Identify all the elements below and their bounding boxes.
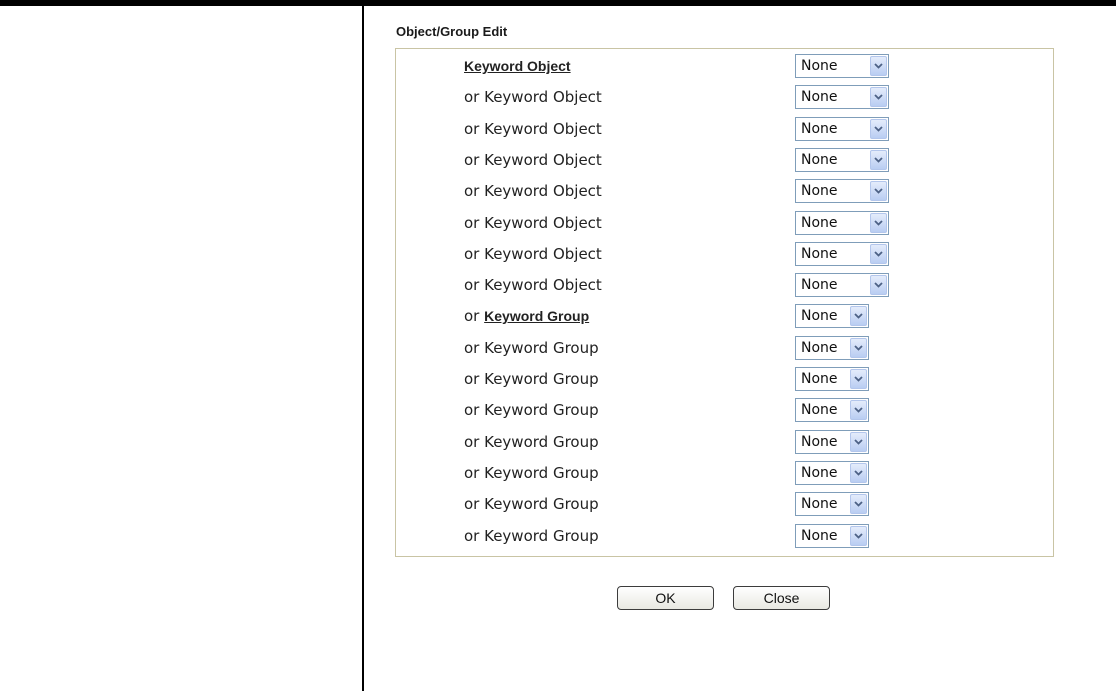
select-value: None (801, 308, 838, 325)
chevron-down-icon[interactable] (850, 306, 867, 327)
row-label-prefix: or (464, 307, 480, 326)
close-button[interactable]: Close (733, 586, 830, 610)
keyword-object-select[interactable]: None (795, 147, 889, 172)
select-value: None (801, 120, 838, 137)
chevron-down-icon[interactable] (850, 525, 867, 546)
keyword-group-link[interactable]: Keyword Group (484, 308, 589, 324)
keyword-group-select[interactable]: None (795, 398, 869, 423)
chevron-down-icon[interactable] (870, 56, 887, 76)
chevron-down-icon[interactable] (870, 212, 887, 233)
select-value: None (801, 527, 838, 544)
select-value: None (801, 339, 838, 356)
keyword-group-select[interactable]: None (795, 523, 869, 548)
keyword-group-select[interactable]: None (795, 335, 869, 360)
ok-button[interactable]: OK (617, 586, 714, 610)
keyword-group-row: or Keyword Group None (396, 428, 1053, 459)
chevron-down-icon[interactable] (870, 149, 887, 170)
keyword-object-select[interactable]: None (795, 116, 889, 141)
keyword-object-row: or Keyword Object None (396, 83, 1053, 114)
select-value: None (801, 58, 838, 74)
row-label: or Keyword Group (464, 463, 599, 482)
chevron-down-icon[interactable] (850, 462, 867, 483)
row-label: or Keyword Object (464, 276, 602, 295)
page-title: Object/Group Edit (396, 24, 508, 39)
keyword-group-select[interactable]: None (795, 429, 869, 454)
row-label: or Keyword Object (464, 244, 602, 263)
keyword-group-select[interactable]: None (795, 460, 869, 485)
row-label: or Keyword Group (464, 432, 599, 451)
keyword-object-row: or Keyword Object None (396, 271, 1053, 302)
row-label: or Keyword Group (464, 370, 599, 388)
select-value: None (801, 151, 838, 168)
top-border-bar (0, 0, 1116, 6)
select-value: None (801, 402, 838, 419)
select-value: None (801, 496, 838, 513)
keyword-group-row: or Keyword Group None (396, 396, 1053, 427)
keyword-object-row: or Keyword Object None (396, 240, 1053, 271)
select-value: None (801, 245, 838, 262)
keyword-object-row: or Keyword Object None (396, 146, 1053, 177)
keyword-object-row: Keyword Object None (396, 52, 1053, 83)
chevron-down-icon[interactable] (850, 400, 867, 421)
select-value: None (801, 89, 838, 106)
row-label: or Keyword Object (464, 213, 602, 232)
row-label: or Keyword Group (464, 495, 599, 514)
keyword-object-row: or Keyword Object None (396, 115, 1053, 146)
keyword-object-select[interactable]: None (795, 179, 889, 204)
chevron-down-icon[interactable] (850, 369, 867, 389)
row-label: or Keyword Group (464, 338, 599, 357)
keyword-group-row: or Keyword Group None (396, 302, 1053, 333)
keyword-group-row: or Keyword Group None (396, 365, 1053, 396)
keyword-object-row: or Keyword Object None (396, 177, 1053, 208)
sidebar-divider (362, 6, 364, 691)
row-label: or Keyword Object (464, 88, 602, 107)
chevron-down-icon[interactable] (870, 87, 887, 108)
select-value: None (801, 371, 838, 387)
keyword-object-select[interactable]: None (795, 85, 889, 110)
select-value: None (801, 214, 838, 231)
object-group-edit-panel: Keyword Object None or Keyword Object None o… (395, 48, 1054, 557)
chevron-down-icon[interactable] (850, 337, 867, 358)
select-value: None (801, 183, 838, 200)
keyword-object-select[interactable]: None (795, 54, 889, 78)
keyword-group-row: or Keyword Group None (396, 490, 1053, 521)
keyword-object-row: or Keyword Object None (396, 209, 1053, 240)
chevron-down-icon[interactable] (870, 181, 887, 202)
chevron-down-icon[interactable] (870, 118, 887, 139)
keyword-group-select[interactable]: None (795, 492, 869, 517)
chevron-down-icon[interactable] (870, 275, 887, 296)
chevron-down-icon[interactable] (870, 243, 887, 264)
keyword-group-row: or Keyword Group None (396, 522, 1053, 553)
row-label: Keyword Object (464, 52, 571, 80)
row-label: or Keyword Object (464, 182, 602, 201)
select-value: None (801, 464, 838, 481)
select-value: None (801, 433, 838, 450)
keyword-group-row: or Keyword Group None (396, 334, 1053, 365)
select-value: None (801, 277, 838, 294)
keyword-object-select[interactable]: None (795, 273, 889, 298)
row-label: or Keyword Group (464, 526, 599, 545)
chevron-down-icon[interactable] (850, 494, 867, 515)
keyword-group-select[interactable]: None (795, 304, 869, 329)
keyword-object-link[interactable]: Keyword Object (464, 58, 571, 74)
chevron-down-icon[interactable] (850, 431, 867, 452)
row-label: or Keyword Group (464, 302, 589, 330)
keyword-object-select[interactable]: None (795, 241, 889, 266)
row-label: or Keyword Object (464, 119, 602, 138)
row-label: or Keyword Group (464, 401, 599, 420)
keyword-group-select[interactable]: None (795, 367, 869, 391)
keyword-group-row: or Keyword Group None (396, 459, 1053, 490)
row-label: or Keyword Object (464, 150, 602, 169)
keyword-object-select[interactable]: None (795, 210, 889, 235)
